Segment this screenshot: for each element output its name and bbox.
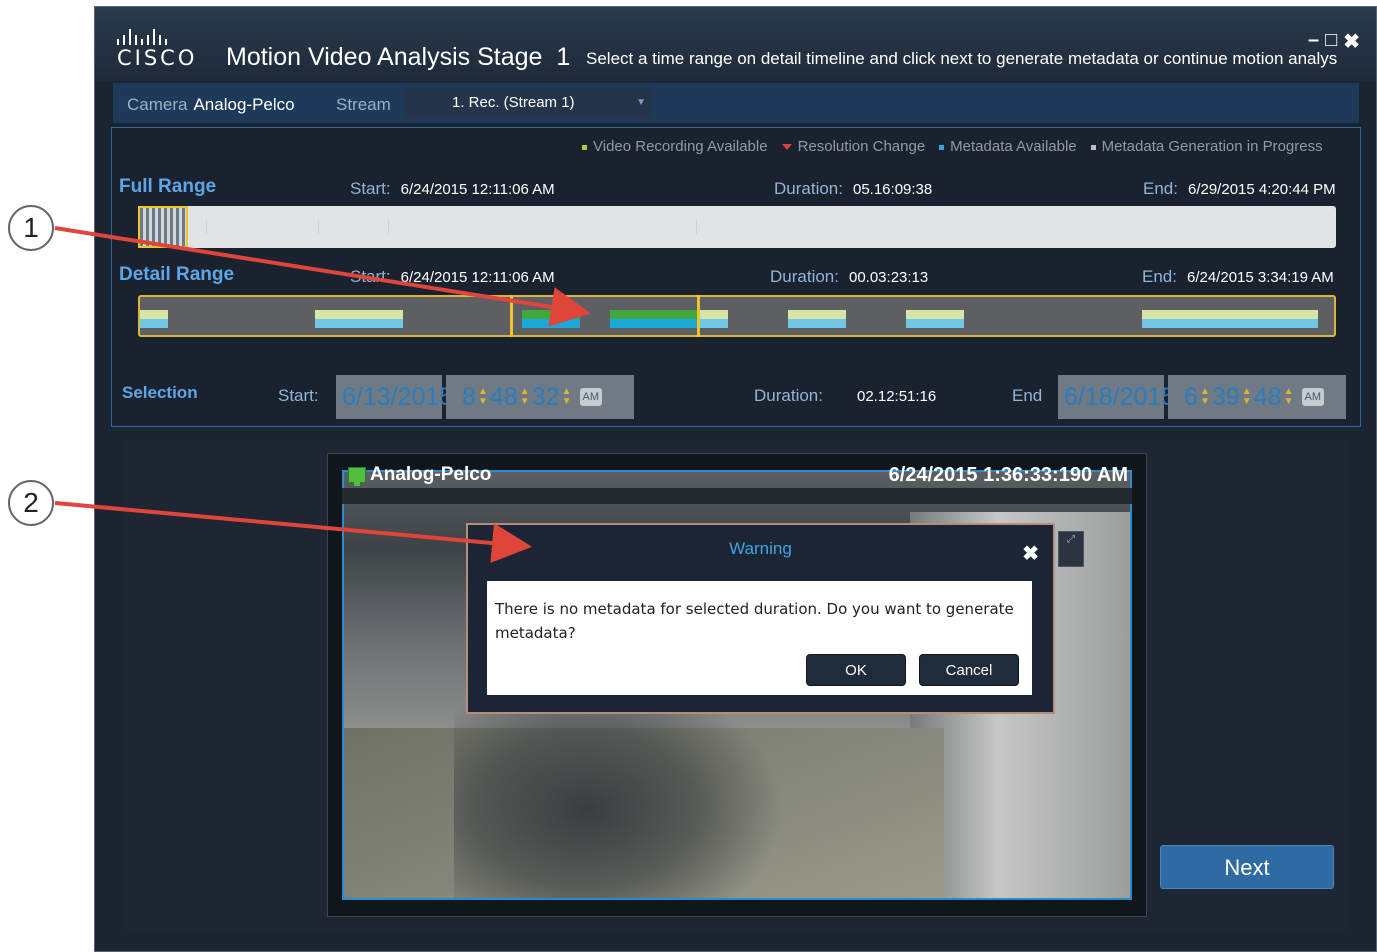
callout-arrow-1	[54, 226, 591, 327]
callout-1: 1	[8, 205, 54, 251]
annotation-arrows	[54, 226, 591, 563]
callout-2: 2	[8, 480, 54, 526]
callout-arrow-2	[54, 501, 532, 563]
